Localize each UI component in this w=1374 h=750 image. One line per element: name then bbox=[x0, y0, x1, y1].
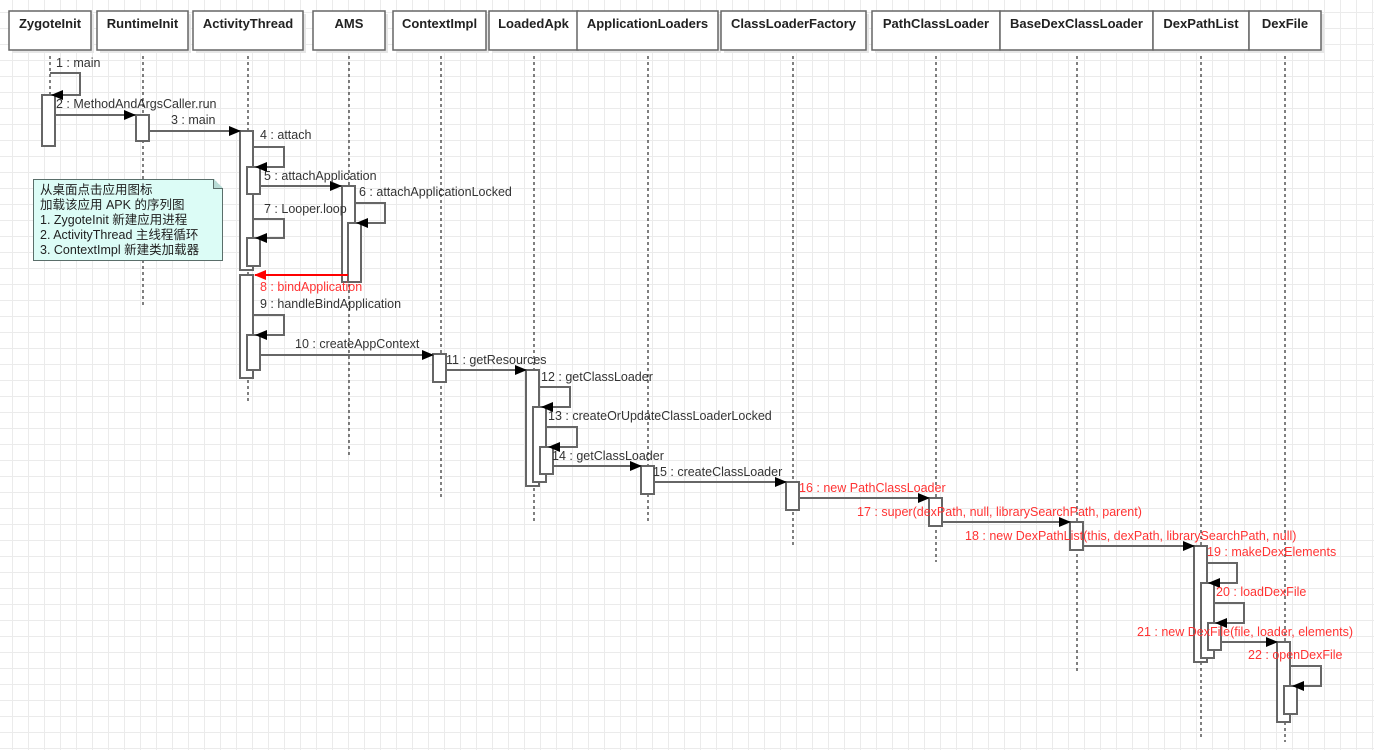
participant-BaseDexClassLoader[interactable]: BaseDexClassLoader bbox=[999, 10, 1156, 53]
activation-ClassLoaderFactory bbox=[785, 481, 800, 511]
message-label: 16 : new PathClassLoader bbox=[799, 481, 946, 495]
self-call-arrow bbox=[50, 72, 81, 100]
message-label: 15 : createClassLoader bbox=[653, 465, 782, 479]
activation-ContextImpl bbox=[432, 353, 447, 383]
participant-label: LoadedApk bbox=[498, 16, 570, 31]
message-label: 17 : super(dexPath, null, librarySearchP… bbox=[857, 505, 1142, 519]
message-label: 7 : Looper.loop bbox=[264, 202, 347, 216]
message-13[interactable]: 13 : createOrUpdateClassLoaderLocked bbox=[547, 409, 772, 452]
participant-label: ActivityThread bbox=[203, 16, 293, 31]
message-3[interactable]: 3 : main bbox=[150, 113, 241, 136]
self-call-arrow bbox=[254, 218, 285, 243]
lifelines bbox=[49, 50, 1286, 742]
message-9[interactable]: 9 : handleBindApplication bbox=[254, 297, 401, 340]
participant-label: ApplicationLoaders bbox=[587, 16, 708, 31]
participant-ContextImpl[interactable]: ContextImpl bbox=[392, 10, 489, 53]
message-10[interactable]: 10 : createAppContext bbox=[261, 337, 434, 360]
message-16[interactable]: 16 : new PathClassLoader bbox=[799, 481, 946, 503]
message-label: 4 : attach bbox=[260, 128, 311, 142]
message-7[interactable]: 7 : Looper.loop bbox=[254, 202, 347, 243]
self-call-arrow bbox=[547, 426, 578, 452]
participant-label: ZygoteInit bbox=[19, 16, 82, 31]
message-label: 8 : bindApplication bbox=[260, 280, 362, 294]
participant-label: AMS bbox=[335, 16, 364, 31]
self-call-arrow bbox=[540, 386, 571, 412]
message-5[interactable]: 5 : attachApplication bbox=[261, 169, 377, 191]
message-label: 22 : openDexFile bbox=[1248, 648, 1343, 662]
activation-RuntimeInit bbox=[135, 114, 150, 142]
note-line: 2. ActivityThread 主线程循环 bbox=[40, 228, 199, 242]
message-label: 21 : new DexFile(file, loader, elements) bbox=[1137, 625, 1353, 639]
diagram-note: 从桌面点击应用图标 加载该应用 APK 的序列图 1. ZygoteInit 新… bbox=[33, 179, 223, 261]
participant-DexFile[interactable]: DexFile bbox=[1248, 10, 1324, 53]
message-11[interactable]: 11 : getResources bbox=[446, 353, 547, 375]
activation-DexFile bbox=[1283, 685, 1298, 715]
participant-label: ClassLoaderFactory bbox=[731, 16, 857, 31]
message-21[interactable]: 21 : new DexFile(file, loader, elements) bbox=[1137, 625, 1353, 647]
message-label: 6 : attachApplicationLocked bbox=[359, 185, 512, 199]
participant-label: PathClassLoader bbox=[883, 16, 989, 31]
message-label: 1 : main bbox=[56, 56, 101, 70]
note-line: 从桌面点击应用图标 bbox=[40, 183, 153, 197]
participant-label: DexPathList bbox=[1163, 16, 1239, 31]
sequence-diagram: ZygoteInit RuntimeInit ActivityThread AMS Co… bbox=[8, 10, 1353, 742]
note-line: 3. ContextImpl 新建类加载器 bbox=[40, 243, 200, 257]
self-call-arrow bbox=[1214, 602, 1245, 628]
participant-ZygoteInit[interactable]: ZygoteInit bbox=[8, 10, 94, 53]
participant-label: ContextImpl bbox=[402, 16, 477, 31]
note-fold-corner bbox=[213, 179, 223, 189]
participant-label: RuntimeInit bbox=[107, 16, 179, 31]
activation-ActivityThread bbox=[246, 334, 261, 371]
message-4[interactable]: 4 : attach bbox=[254, 128, 311, 172]
message-label: 2 : MethodAndArgsCaller.run bbox=[56, 97, 217, 111]
message-label: 20 : loadDexFile bbox=[1216, 585, 1306, 599]
note-line: 1. ZygoteInit 新建应用进程 bbox=[40, 213, 188, 227]
participant-ActivityThread[interactable]: ActivityThread bbox=[192, 10, 306, 53]
message-label: 9 : handleBindApplication bbox=[260, 297, 401, 311]
participant-RuntimeInit[interactable]: RuntimeInit bbox=[96, 10, 191, 53]
participant-ApplicationLoaders[interactable]: ApplicationLoaders bbox=[576, 10, 721, 53]
message-17[interactable]: 17 : super(dexPath, null, librarySearchP… bbox=[857, 505, 1142, 527]
participant-label: DexFile bbox=[1262, 16, 1308, 31]
self-call-arrow bbox=[1291, 665, 1322, 691]
message-22[interactable]: 22 : openDexFile bbox=[1248, 648, 1343, 691]
activation-ActivityThread bbox=[246, 166, 261, 195]
note-line: 加载该应用 APK 的序列图 bbox=[40, 198, 185, 212]
self-call-arrow bbox=[1207, 562, 1238, 588]
message-14[interactable]: 14 : getClassLoader bbox=[552, 449, 664, 471]
message-label: 5 : attachApplication bbox=[264, 169, 377, 183]
message-15[interactable]: 15 : createClassLoader bbox=[653, 465, 787, 487]
self-call-arrow bbox=[254, 314, 285, 340]
participant-DexPathList[interactable]: DexPathList bbox=[1152, 10, 1252, 53]
participant-PathClassLoader[interactable]: PathClassLoader bbox=[871, 10, 1003, 53]
message-label: 12 : getClassLoader bbox=[541, 370, 653, 384]
message-label: 10 : createAppContext bbox=[295, 337, 420, 351]
message-1[interactable]: 1 : main bbox=[50, 56, 101, 100]
activation-AMS bbox=[347, 222, 362, 283]
participant-LoadedApk[interactable]: LoadedApk bbox=[488, 10, 581, 53]
self-call-arrow bbox=[355, 202, 386, 228]
message-12[interactable]: 12 : getClassLoader bbox=[540, 370, 653, 412]
message-18[interactable]: 18 : new DexPathList(this, dexPath, libr… bbox=[965, 529, 1296, 551]
message-label: 13 : createOrUpdateClassLoaderLocked bbox=[548, 409, 772, 423]
activation-ZygoteInit bbox=[41, 94, 56, 147]
participant-AMS[interactable]: AMS bbox=[312, 10, 388, 53]
participant-label: BaseDexClassLoader bbox=[1010, 16, 1143, 31]
message-label: 14 : getClassLoader bbox=[552, 449, 664, 463]
message-label: 3 : main bbox=[171, 113, 216, 127]
participant-ClassLoaderFactory[interactable]: ClassLoaderFactory bbox=[720, 10, 869, 53]
activation-ActivityThread bbox=[246, 237, 261, 267]
message-6[interactable]: 6 : attachApplicationLocked bbox=[355, 185, 512, 228]
message-label: 11 : getResources bbox=[446, 353, 547, 367]
self-call-arrow bbox=[254, 146, 285, 172]
message-label: 19 : makeDexElements bbox=[1207, 545, 1336, 559]
message-20[interactable]: 20 : loadDexFile bbox=[1214, 585, 1306, 628]
message-19[interactable]: 19 : makeDexElements bbox=[1207, 545, 1336, 588]
message-label: 18 : new DexPathList(this, dexPath, libr… bbox=[965, 529, 1296, 543]
participant-headers: ZygoteInit RuntimeInit ActivityThread AMS Co… bbox=[8, 10, 1324, 53]
